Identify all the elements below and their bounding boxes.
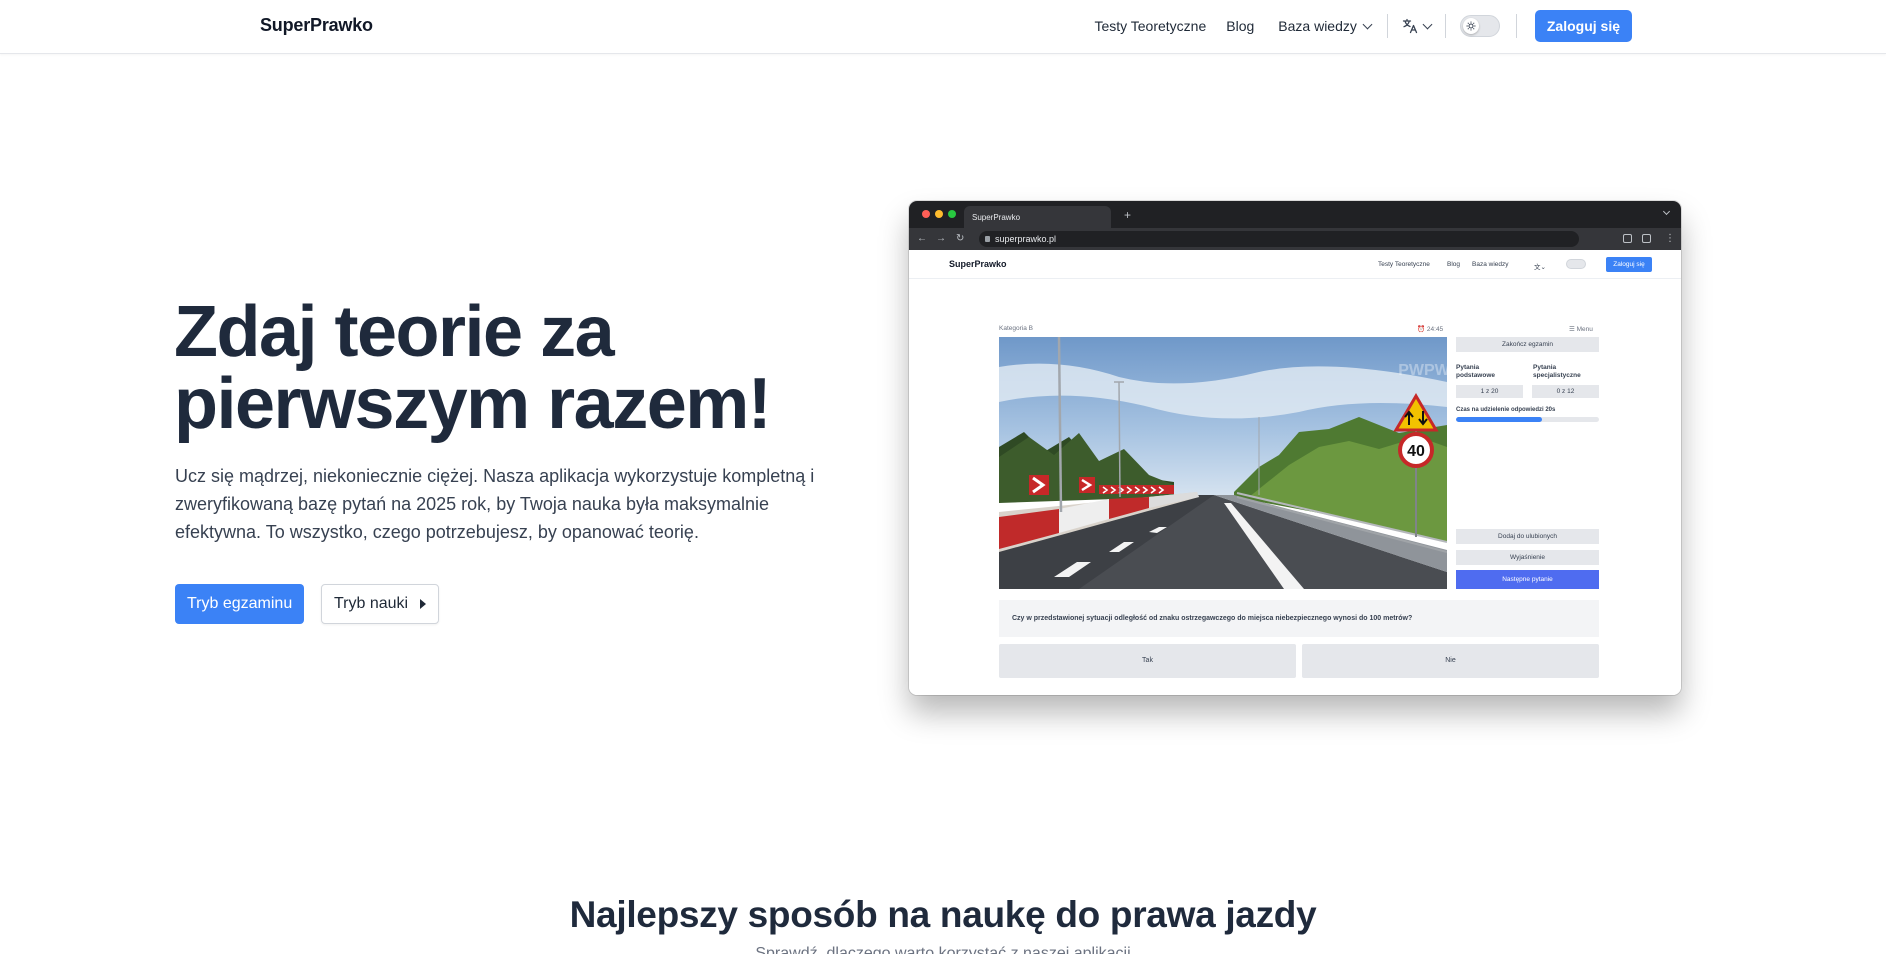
- preview-time-progress: [1456, 417, 1599, 422]
- chevron-down-icon: [1662, 207, 1671, 216]
- chevron-down-icon: [1422, 19, 1433, 29]
- image-watermark: PWPW: [1398, 362, 1447, 379]
- translate-icon: [1402, 18, 1418, 34]
- learn-mode-button[interactable]: Tryb nauki: [321, 584, 440, 624]
- chevron-down-icon: [1362, 19, 1373, 29]
- browser-titlebar: SuperPrawko +: [909, 201, 1681, 228]
- preview-login-button: Zaloguj się: [1606, 257, 1652, 272]
- preview-navbar: SuperPrawko Testy Teoretyczne Blog Baza …: [909, 250, 1681, 279]
- reload-icon: ↻: [956, 233, 965, 244]
- preview-next-question-button: Następne pytanie: [1456, 570, 1599, 589]
- preview-nav-knowledge: Baza wiedzy: [1472, 261, 1509, 268]
- preview-time-label: Czas na udzielenie odpowiedzi 20s: [1456, 407, 1556, 413]
- preview-timer-value: 24:45: [1426, 326, 1444, 333]
- preview-time-progress-fill: [1456, 417, 1542, 422]
- app-preview-page: SuperPrawko Testy Teoretyczne Blog Baza …: [909, 250, 1681, 695]
- preview-menu-label: Menu: [1576, 326, 1593, 333]
- nav-dropdown-knowledge[interactable]: Baza wiedzy: [1278, 18, 1373, 34]
- browser-toolbar: ← → ↻ superprawko.pl ⋮: [909, 228, 1681, 250]
- sun-icon: [1462, 18, 1479, 34]
- plus-icon: +: [1124, 208, 1132, 222]
- preview-timer: ⏰ 24:45: [1417, 326, 1444, 333]
- preview-explanation-button: Wyjaśnienie: [1456, 550, 1599, 565]
- section-title: Najlepszy sposób na naukę do prawa jazdy: [569, 894, 1317, 935]
- app-preview-screenshot: SuperPrawko + ← → ↻ superprawko.pl ⋮ Sup…: [909, 201, 1681, 695]
- brand-logo[interactable]: SuperPrawko: [260, 15, 373, 36]
- more-icon: ⋮: [1665, 233, 1675, 244]
- minimize-dot-icon: [935, 210, 943, 218]
- nav-link-label: Blog: [1226, 18, 1255, 34]
- browser-tab: SuperPrawko: [964, 206, 1111, 228]
- nav-link-label: Testy Teoretyczne: [1094, 18, 1207, 34]
- divider: [1386, 14, 1388, 38]
- preview-question-text: Czy w przedstawionej sytuacji odległość …: [999, 600, 1599, 637]
- back-icon: ←: [917, 233, 927, 244]
- browser-tab-title: SuperPrawko: [972, 213, 1021, 222]
- divider: [1444, 14, 1446, 38]
- road-scene-image: 40 PWPW: [999, 337, 1447, 589]
- preview-category: Kategoria B: [999, 325, 1033, 332]
- nav-link-blog[interactable]: Blog: [1226, 18, 1254, 34]
- preview-theme-toggle: [1566, 259, 1586, 269]
- speed-limit-sign-text: 40: [1407, 443, 1425, 460]
- preview-answer-yes: Tak: [999, 644, 1296, 678]
- login-button[interactable]: Zaloguj się: [1534, 10, 1632, 42]
- preview-brand: SuperPrawko: [949, 259, 1007, 269]
- sidebar-icon: [1642, 234, 1651, 243]
- exam-mode-button[interactable]: Tryb egzaminu: [175, 584, 305, 624]
- nav-right: Testy Teoretyczne Blog Baza wiedzy Zalog…: [1094, 10, 1632, 42]
- divider: [1515, 14, 1517, 38]
- preview-end-exam-button: Zakończ egzamin: [1456, 337, 1599, 352]
- address-bar: superprawko.pl: [979, 231, 1579, 247]
- preview-answer-no: Nie: [1302, 644, 1599, 678]
- extension-icon: [1623, 234, 1632, 243]
- preview-menu: ☰ Menu: [1569, 326, 1593, 333]
- top-navbar: SuperPrawko Testy Teoretyczne Blog Baza …: [0, 0, 1886, 54]
- learn-mode-label: Tryb nauki: [334, 595, 409, 612]
- preview-nav-blog: Blog: [1447, 261, 1461, 268]
- forward-icon: →: [936, 233, 946, 244]
- maximize-dot-icon: [948, 210, 956, 218]
- preview-special-label: Pytania specjalistyczne: [1533, 364, 1581, 379]
- caret-right-icon: [420, 599, 427, 609]
- theme-toggle[interactable]: [1459, 15, 1500, 37]
- nav-link-tests[interactable]: Testy Teoretyczne: [1094, 18, 1206, 34]
- hero-description: Ucz się mądrzej, niekoniecznie ciężej. N…: [175, 466, 815, 542]
- nav-link-label: Baza wiedzy: [1278, 18, 1357, 34]
- preview-basic-count: 1 z 20: [1456, 385, 1523, 398]
- section-subtitle: Sprawdź, dlaczego warto korzystać z nasz…: [755, 945, 1131, 954]
- close-dot-icon: [922, 210, 930, 218]
- translate-icon: 文⌄: [1534, 264, 1546, 271]
- preview-nav-tests: Testy Teoretyczne: [1378, 261, 1430, 268]
- lock-icon: [985, 236, 990, 242]
- preview-special-count: 0 z 12: [1532, 385, 1599, 398]
- language-switcher[interactable]: [1402, 18, 1433, 34]
- preview-basic-label: Pytania podstawowe: [1456, 364, 1496, 379]
- hero-title: Zdaj teorie za pierwszym razem!: [174, 292, 772, 444]
- preview-add-favorite-button: Dodaj do ulubionych: [1456, 529, 1599, 544]
- address-url: superprawko.pl: [995, 234, 1057, 244]
